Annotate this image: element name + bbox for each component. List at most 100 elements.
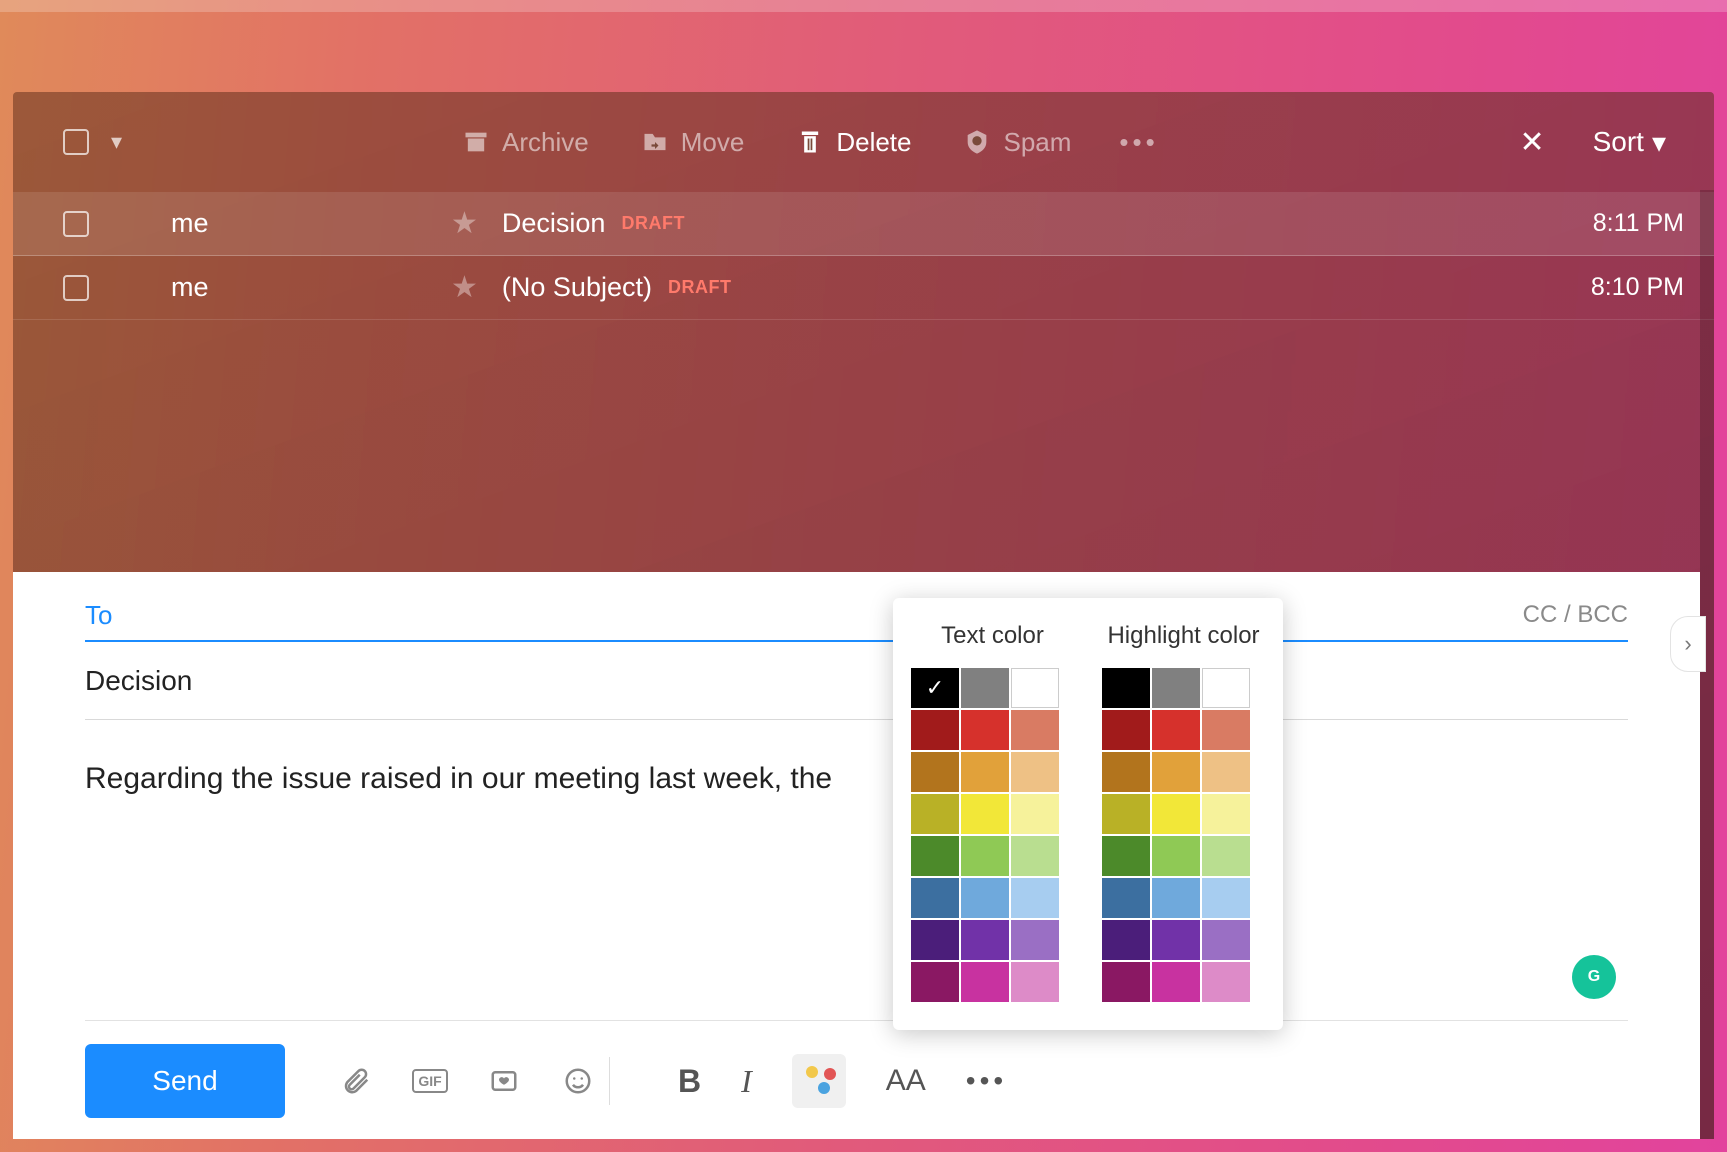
more-actions-button[interactable]: ••• bbox=[1119, 127, 1158, 158]
color-swatch[interactable] bbox=[1202, 710, 1250, 750]
color-swatch[interactable] bbox=[1011, 794, 1059, 834]
color-swatch[interactable] bbox=[1152, 836, 1200, 876]
color-dot-yellow-icon bbox=[806, 1066, 818, 1078]
color-picker-popover: Text color ✓ Highlight color bbox=[893, 598, 1283, 1030]
color-swatch[interactable] bbox=[1152, 710, 1200, 750]
color-swatch[interactable] bbox=[1202, 920, 1250, 960]
archive-icon bbox=[462, 128, 490, 156]
text-color-grid: ✓ bbox=[911, 668, 1074, 1002]
more-format-button[interactable]: ••• bbox=[966, 1065, 1007, 1097]
expand-compose-button[interactable]: › bbox=[1670, 616, 1706, 672]
subject: Decision bbox=[502, 208, 606, 239]
subject-field[interactable]: Decision bbox=[85, 642, 1628, 720]
send-button[interactable]: Send bbox=[85, 1044, 285, 1118]
emoji-icon bbox=[563, 1066, 593, 1096]
color-swatch[interactable] bbox=[1202, 878, 1250, 918]
color-swatch[interactable] bbox=[1202, 752, 1250, 792]
color-swatch[interactable] bbox=[911, 836, 959, 876]
bold-button[interactable]: B bbox=[678, 1063, 701, 1100]
color-swatch[interactable] bbox=[911, 962, 959, 1002]
color-swatch[interactable] bbox=[961, 794, 1009, 834]
select-all-checkbox[interactable] bbox=[63, 129, 89, 155]
color-swatch[interactable] bbox=[1152, 962, 1200, 1002]
color-swatch[interactable] bbox=[1102, 794, 1150, 834]
color-swatch[interactable] bbox=[1102, 878, 1150, 918]
color-swatch[interactable] bbox=[961, 752, 1009, 792]
emoji-button[interactable] bbox=[561, 1064, 595, 1098]
sort-chevron-icon: ▾ bbox=[1652, 126, 1666, 159]
move-button[interactable]: Move bbox=[641, 127, 745, 158]
star-icon[interactable]: ★ bbox=[451, 270, 478, 305]
color-swatch[interactable] bbox=[1102, 836, 1150, 876]
color-swatch[interactable] bbox=[911, 920, 959, 960]
delete-label: Delete bbox=[836, 127, 911, 158]
spam-label: Spam bbox=[1003, 127, 1071, 158]
message-row[interactable]: me★DecisionDRAFT8:11 PM bbox=[13, 192, 1714, 256]
compose-panel: To CC / BCC Decision Regarding the issue… bbox=[13, 572, 1700, 1139]
color-swatch[interactable] bbox=[911, 710, 959, 750]
compose-divider bbox=[85, 1020, 1628, 1021]
italic-button[interactable]: I bbox=[741, 1063, 752, 1100]
color-swatch[interactable] bbox=[1102, 752, 1150, 792]
color-swatch[interactable] bbox=[1011, 752, 1059, 792]
color-swatch[interactable] bbox=[961, 710, 1009, 750]
row-checkbox[interactable] bbox=[63, 211, 89, 237]
color-swatch[interactable] bbox=[1011, 962, 1059, 1002]
sender: me bbox=[171, 208, 451, 239]
color-swatch[interactable] bbox=[1152, 794, 1200, 834]
color-swatch[interactable] bbox=[911, 752, 959, 792]
to-field-row[interactable]: To CC / BCC bbox=[85, 590, 1628, 642]
color-swatch[interactable] bbox=[911, 878, 959, 918]
color-swatch[interactable] bbox=[1011, 920, 1059, 960]
color-swatch[interactable] bbox=[961, 668, 1009, 708]
chevron-right-icon: › bbox=[1684, 631, 1691, 657]
compose-toolbar: Send GIF B bbox=[13, 1023, 1700, 1139]
color-swatch[interactable] bbox=[1202, 962, 1250, 1002]
archive-label: Archive bbox=[502, 127, 589, 158]
archive-button[interactable]: Archive bbox=[462, 127, 589, 158]
color-swatch[interactable] bbox=[1102, 710, 1150, 750]
mail-toolbar: ▾ Archive Move Delete Spam ••• ✕ S bbox=[13, 92, 1714, 192]
color-swatch[interactable] bbox=[1152, 668, 1200, 708]
color-swatch[interactable] bbox=[961, 962, 1009, 1002]
text-color-button[interactable] bbox=[792, 1054, 846, 1108]
move-label: Move bbox=[681, 127, 745, 158]
sort-button[interactable]: Sort ▾ bbox=[1593, 126, 1666, 159]
attach-button[interactable] bbox=[339, 1064, 373, 1098]
color-swatch[interactable] bbox=[1102, 920, 1150, 960]
color-swatch[interactable] bbox=[961, 920, 1009, 960]
font-size-button[interactable]: AA bbox=[886, 1064, 926, 1098]
color-swatch[interactable] bbox=[1152, 878, 1200, 918]
select-menu-chevron-icon[interactable]: ▾ bbox=[111, 129, 122, 155]
grammarly-badge[interactable]: G bbox=[1572, 955, 1616, 999]
delete-button[interactable]: Delete bbox=[796, 127, 911, 158]
subject-value: Decision bbox=[85, 665, 192, 697]
gif-button[interactable]: GIF bbox=[413, 1064, 447, 1098]
body-text: Regarding the issue raised in our meetin… bbox=[85, 762, 832, 795]
compose-body[interactable]: Regarding the issue raised in our meetin… bbox=[85, 720, 1628, 796]
color-swatch[interactable] bbox=[1102, 668, 1150, 708]
color-swatch[interactable] bbox=[1102, 962, 1150, 1002]
color-swatch[interactable] bbox=[961, 878, 1009, 918]
color-swatch[interactable] bbox=[1011, 668, 1059, 708]
color-swatch[interactable] bbox=[1202, 836, 1250, 876]
cc-bcc-toggle[interactable]: CC / BCC bbox=[1523, 601, 1628, 629]
star-icon[interactable]: ★ bbox=[451, 206, 478, 241]
row-checkbox[interactable] bbox=[63, 275, 89, 301]
draft-badge: DRAFT bbox=[668, 277, 732, 298]
color-swatch[interactable] bbox=[1011, 836, 1059, 876]
color-dot-blue-icon bbox=[818, 1082, 830, 1094]
stationery-button[interactable] bbox=[487, 1064, 521, 1098]
color-swatch[interactable] bbox=[911, 794, 959, 834]
color-swatch[interactable] bbox=[1202, 794, 1250, 834]
message-row[interactable]: me★(No Subject)DRAFT8:10 PM bbox=[13, 256, 1714, 320]
close-toolbar-icon[interactable]: ✕ bbox=[1519, 125, 1544, 160]
color-swatch[interactable] bbox=[1011, 710, 1059, 750]
color-swatch[interactable] bbox=[1152, 920, 1200, 960]
color-swatch[interactable]: ✓ bbox=[911, 668, 959, 708]
spam-button[interactable]: Spam bbox=[963, 127, 1071, 158]
color-swatch[interactable] bbox=[1011, 878, 1059, 918]
color-swatch[interactable] bbox=[961, 836, 1009, 876]
color-swatch[interactable] bbox=[1202, 668, 1250, 708]
color-swatch[interactable] bbox=[1152, 752, 1200, 792]
